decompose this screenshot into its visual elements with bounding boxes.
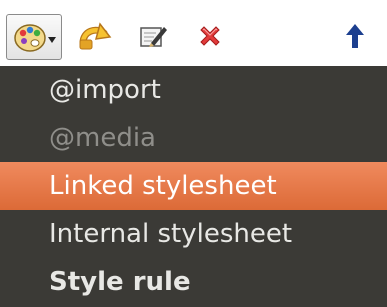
undo-arrow-icon [76, 19, 112, 57]
up-arrow-icon [344, 22, 366, 54]
menu-item-media: @media [0, 114, 387, 162]
toolbar [0, 6, 387, 66]
menu-item-label: Linked stylesheet [49, 171, 277, 201]
menu-item-label: @import [49, 75, 161, 105]
dropdown-arrow-icon [47, 31, 57, 50]
menu-item-linked-stylesheet[interactable]: Linked stylesheet [0, 162, 387, 210]
insert-style-button[interactable] [6, 14, 62, 60]
delete-button[interactable] [190, 16, 230, 60]
edit-pencil-icon [136, 19, 170, 57]
menu-item-import[interactable]: @import [0, 66, 387, 114]
red-x-icon [195, 21, 225, 55]
insert-style-menu: @import @media Linked stylesheet Interna… [0, 66, 387, 307]
menu-item-label: Style rule [49, 267, 191, 297]
menu-item-style-rule[interactable]: Style rule [0, 258, 387, 306]
edit-button[interactable] [133, 16, 173, 60]
menu-item-internal-stylesheet[interactable]: Internal stylesheet [0, 210, 387, 258]
move-up-button[interactable] [338, 16, 372, 60]
palette-icon [13, 21, 47, 59]
undo-button[interactable] [74, 16, 114, 60]
menu-item-label: Internal stylesheet [49, 219, 293, 249]
menu-item-label: @media [49, 123, 156, 153]
